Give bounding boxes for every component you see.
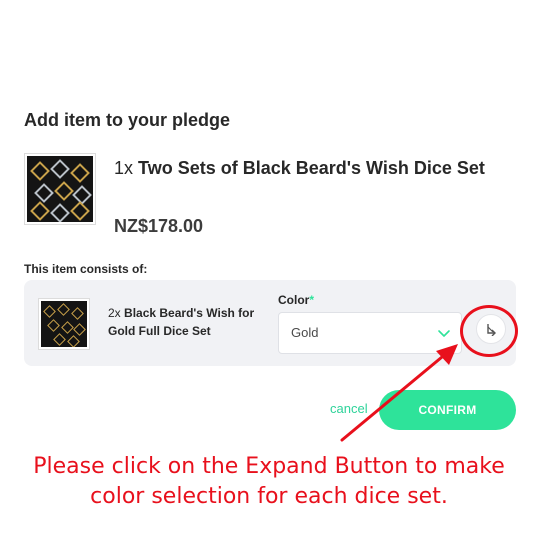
- product-name: Two Sets of Black Beard's Wish Dice Set: [138, 158, 485, 178]
- modal-title: Add item to your pledge: [24, 110, 231, 130]
- sub-item-image: [38, 298, 90, 350]
- product-price: NZ$178.00: [114, 216, 204, 236]
- product-image: [24, 153, 96, 225]
- product-title: 1x Two Sets of Black Beard's Wish Dice S…: [114, 154, 514, 182]
- dice-artwork: [27, 156, 93, 222]
- instruction-text: Please click on the Expand Button to mak…: [33, 454, 505, 509]
- sub-dice-artwork: [41, 301, 87, 347]
- color-label-text: Color: [278, 293, 310, 307]
- highlight-circle: [460, 305, 518, 357]
- color-label: Color*: [278, 293, 314, 307]
- sub-item-quantity: 2x: [108, 306, 121, 320]
- chevron-down-icon: [438, 330, 450, 337]
- consists-label: This item consists of:: [24, 262, 148, 276]
- confirm-button[interactable]: CONFIRM: [379, 390, 516, 430]
- product-quantity: 1x: [114, 158, 134, 178]
- required-mark: *: [309, 293, 315, 307]
- sub-item-name: Black Beard's Wish for Gold Full Dice Se…: [108, 306, 255, 338]
- sub-item-title: 2x Black Beard's Wish for Gold Full Dice…: [108, 304, 268, 340]
- consist-item-panel: 2x Black Beard's Wish for Gold Full Dice…: [24, 280, 516, 366]
- color-select[interactable]: Gold: [278, 312, 462, 354]
- color-select-value: Gold: [291, 325, 319, 340]
- cancel-link[interactable]: cancel: [330, 401, 368, 416]
